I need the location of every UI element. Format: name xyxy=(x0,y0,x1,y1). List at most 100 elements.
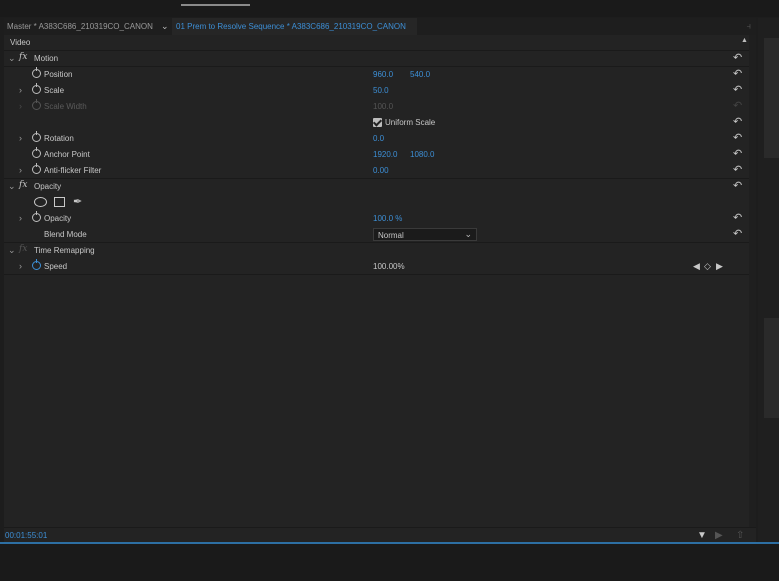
effect-name: Time Remapping xyxy=(34,246,95,255)
adjacent-panel-edge xyxy=(758,18,779,542)
property-label: Anchor Point xyxy=(44,150,90,159)
speed-value[interactable]: 100.00% xyxy=(373,262,405,271)
effect-name: Motion xyxy=(34,54,59,63)
panel-menu-icon[interactable]: ⫞ xyxy=(746,21,751,32)
rectangle-mask-icon[interactable] xyxy=(54,197,65,207)
stopwatch-icon xyxy=(32,99,41,110)
master-clip-crumb[interactable]: Master * A383C686_210319CO_CANON xyxy=(7,22,153,31)
property-label: Blend Mode xyxy=(44,230,87,239)
scale-width-value: 100.0 xyxy=(373,102,394,111)
effects-list: Video ▲ ⌄ fx Motion ↶ Position 960.0 540… xyxy=(4,35,749,527)
panel-edge-segment xyxy=(764,38,779,158)
scroll-up-icon[interactable]: ▲ xyxy=(741,37,748,44)
filter-icon[interactable]: ▼ xyxy=(697,530,707,541)
twirl-right-icon: › xyxy=(19,101,22,111)
reset-icon[interactable]: ↶ xyxy=(733,52,742,64)
stopwatch-icon[interactable] xyxy=(32,259,41,270)
twirl-right-icon[interactable]: › xyxy=(19,261,22,271)
reset-icon[interactable]: ↶ xyxy=(733,164,742,176)
panel-edge-segment xyxy=(764,318,779,418)
blend-mode-value: Normal xyxy=(378,231,404,240)
property-label: Scale xyxy=(44,86,65,95)
property-row-position: Position 960.0 540.0 ↶ xyxy=(4,67,749,83)
property-row-blend-mode: Blend Mode Normal ⌄ ↶ xyxy=(4,227,749,243)
effect-controls-panel: Master * A383C686_210319CO_CANON ⌄ 01 Pr… xyxy=(4,18,756,542)
effect-row-motion[interactable]: ⌄ fx Motion ↶ xyxy=(4,51,749,67)
keyframe-next-icon[interactable]: ▶ xyxy=(716,261,723,272)
fx-toggle-icon: fx xyxy=(19,244,28,254)
twirl-right-icon[interactable]: › xyxy=(19,165,22,175)
property-row-rotation: › Rotation 0.0 ↶ xyxy=(4,131,749,147)
ellipse-mask-icon[interactable] xyxy=(34,197,47,207)
property-row-scale-width: › Scale Width 100.0 ↶ xyxy=(4,99,749,115)
twirl-down-icon[interactable]: ⌄ xyxy=(8,245,16,256)
reset-icon[interactable]: ↶ xyxy=(733,212,742,224)
play-only-icon[interactable]: ▶ xyxy=(715,530,723,541)
uniform-scale-checkbox[interactable] xyxy=(373,118,382,127)
position-x-value[interactable]: 960.0 xyxy=(373,70,393,79)
reset-icon[interactable]: ↶ xyxy=(733,68,742,80)
timecode-display[interactable]: 00:01:55:01 xyxy=(5,531,47,540)
fx-toggle-icon[interactable]: fx xyxy=(19,180,27,190)
top-tab-bar xyxy=(0,0,779,17)
twirl-down-icon[interactable]: ⌄ xyxy=(8,181,16,192)
reset-icon[interactable]: ↶ xyxy=(733,116,742,128)
property-row-anchor-point: Anchor Point 1920.0 1080.0 ↶ xyxy=(4,147,749,163)
stopwatch-icon[interactable] xyxy=(32,67,41,78)
stopwatch-icon[interactable] xyxy=(32,211,41,222)
chevron-down-icon[interactable]: ⌄ xyxy=(161,21,169,32)
twirl-down-icon[interactable]: ⌄ xyxy=(8,53,16,64)
reset-icon: ↶ xyxy=(733,100,743,112)
clip-breadcrumb: Master * A383C686_210319CO_CANON ⌄ 01 Pr… xyxy=(4,18,756,35)
property-row-speed: › Speed 100.00% ◀ ◇ ▶ xyxy=(4,259,749,275)
stopwatch-icon[interactable] xyxy=(32,83,41,94)
property-label: Position xyxy=(44,70,73,79)
reset-icon[interactable]: ↶ xyxy=(733,84,742,96)
property-row-scale: › Scale 50.0 ↶ xyxy=(4,83,749,99)
anti-flicker-value[interactable]: 0.00 xyxy=(373,166,389,175)
blend-mode-select[interactable]: Normal ⌄ xyxy=(373,228,477,241)
effect-row-time-remapping[interactable]: ⌄ fx Time Remapping xyxy=(4,243,749,259)
chevron-down-icon: ⌄ xyxy=(464,229,472,239)
property-label: Scale Width xyxy=(44,102,87,111)
fx-toggle-icon[interactable]: fx xyxy=(19,52,27,62)
mask-tools-row: ✒ xyxy=(4,195,749,211)
effect-row-opacity[interactable]: ⌄ fx Opacity ↶ xyxy=(4,179,749,195)
pen-mask-icon[interactable]: ✒ xyxy=(73,195,82,208)
anchor-y-value[interactable]: 1080.0 xyxy=(410,150,434,159)
video-section-label: Video xyxy=(10,38,31,47)
active-tab-indicator xyxy=(181,4,250,6)
property-label: Opacity xyxy=(44,214,72,223)
keyframe-add-icon[interactable]: ◇ xyxy=(704,261,711,272)
vertical-scrollbar[interactable] xyxy=(749,35,756,527)
reset-icon[interactable]: ↶ xyxy=(733,132,742,144)
twirl-right-icon[interactable]: › xyxy=(19,213,22,223)
panel-footer: 00:01:55:01 ▼ ▶ ⇧ xyxy=(4,527,756,542)
property-row-uniform-scale: Uniform Scale ↶ xyxy=(4,115,749,131)
property-row-opacity: › Opacity 100.0 % ↶ xyxy=(4,211,749,227)
anchor-x-value[interactable]: 1920.0 xyxy=(373,150,397,159)
export-icon[interactable]: ⇧ xyxy=(736,530,744,541)
reset-icon[interactable]: ↶ xyxy=(733,228,742,240)
reset-icon[interactable]: ↶ xyxy=(733,180,742,192)
uniform-scale-label: Uniform Scale xyxy=(385,118,436,127)
rotation-value[interactable]: 0.0 xyxy=(373,134,384,143)
stopwatch-icon[interactable] xyxy=(32,147,41,158)
twirl-right-icon[interactable]: › xyxy=(19,133,22,143)
reset-icon[interactable]: ↶ xyxy=(733,148,742,160)
scale-value[interactable]: 50.0 xyxy=(373,86,389,95)
keyframe-prev-icon[interactable]: ◀ xyxy=(693,261,700,272)
sequence-clip-crumb[interactable]: 01 Prem to Resolve Sequence * A383C686_2… xyxy=(176,22,406,31)
twirl-right-icon[interactable]: › xyxy=(19,85,22,95)
property-row-anti-flicker: › Anti-flicker Filter 0.00 ↶ xyxy=(4,163,749,179)
effect-name: Opacity xyxy=(34,182,62,191)
opacity-value[interactable]: 100.0 % xyxy=(373,214,402,223)
stopwatch-icon[interactable] xyxy=(32,131,41,142)
timeline-ruler[interactable] xyxy=(0,544,779,581)
position-y-value[interactable]: 540.0 xyxy=(410,70,430,79)
property-label: Rotation xyxy=(44,134,74,143)
video-section-header: Video ▲ xyxy=(4,35,749,51)
stopwatch-icon[interactable] xyxy=(32,163,41,174)
property-label: Speed xyxy=(44,262,68,271)
property-label: Anti-flicker Filter xyxy=(44,166,102,175)
